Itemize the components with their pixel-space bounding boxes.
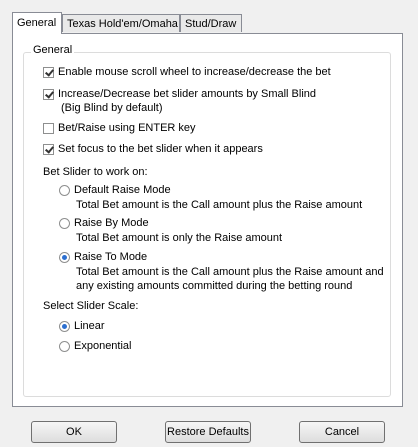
radio-label: Linear	[74, 320, 105, 332]
checkbox-box[interactable]	[43, 89, 54, 100]
radio-description: any existing amounts committed during th…	[76, 280, 353, 292]
checkbox-small-blind[interactable]: Increase/Decrease bet slider amounts by …	[43, 88, 316, 100]
restore-defaults-button[interactable]: Restore Defaults	[165, 421, 251, 443]
tab-texas-holdem-omaha[interactable]: Texas Hold'em/Omaha	[62, 14, 180, 32]
checkbox-scroll-wheel[interactable]: Enable mouse scroll wheel to increase/de…	[43, 66, 331, 78]
checkbox-sublabel: (Big Blind by default)	[61, 102, 163, 114]
group-title: General	[31, 44, 75, 56]
radio-circle[interactable]	[59, 341, 70, 352]
checkbox-label: Set focus to the bet slider when it appe…	[58, 143, 263, 155]
radio-description: Total Bet amount is the Call amount plus…	[76, 199, 363, 211]
radio-label: Exponential	[74, 340, 132, 352]
radio-linear[interactable]: Linear	[59, 320, 105, 332]
cancel-button[interactable]: Cancel	[299, 421, 385, 443]
checkbox-box[interactable]	[43, 123, 54, 134]
radio-circle[interactable]	[59, 185, 70, 196]
checkbox-box[interactable]	[43, 67, 54, 78]
radio-default-raise-mode[interactable]: Default Raise Mode	[59, 184, 171, 196]
radio-raise-to-mode[interactable]: Raise To Mode	[59, 251, 147, 263]
radio-circle[interactable]	[59, 321, 70, 332]
radio-description: Total Bet amount is only the Raise amoun…	[76, 232, 283, 244]
radio-exponential[interactable]: Exponential	[59, 340, 132, 352]
tab-general[interactable]: General	[12, 12, 62, 34]
checkbox-focus-slider[interactable]: Set focus to the bet slider when it appe…	[43, 143, 263, 155]
tab-panel-general: General Enable mouse scroll wheel to inc…	[12, 33, 403, 407]
slider-scale-section-title: Select Slider Scale:	[43, 300, 139, 312]
checkbox-enter-key[interactable]: Bet/Raise using ENTER key	[43, 122, 196, 134]
radio-raise-by-mode[interactable]: Raise By Mode	[59, 217, 149, 229]
checkbox-label: Enable mouse scroll wheel to increase/de…	[58, 66, 331, 78]
bet-slider-section-title: Bet Slider to work on:	[43, 166, 148, 178]
radio-circle[interactable]	[59, 252, 70, 263]
radio-description: Total Bet amount is the Call amount plus…	[76, 266, 384, 278]
checkbox-label: Increase/Decrease bet slider amounts by …	[58, 88, 317, 100]
radio-circle[interactable]	[59, 218, 70, 229]
ok-button[interactable]: OK	[31, 421, 117, 443]
radio-label: Default Raise Mode	[74, 184, 171, 196]
tab-stud-draw[interactable]: Stud/Draw	[180, 14, 242, 32]
checkbox-label: Bet/Raise using ENTER key	[58, 122, 196, 134]
radio-label: Raise To Mode	[74, 251, 148, 263]
checkbox-box[interactable]	[43, 144, 54, 155]
radio-label: Raise By Mode	[74, 217, 149, 229]
